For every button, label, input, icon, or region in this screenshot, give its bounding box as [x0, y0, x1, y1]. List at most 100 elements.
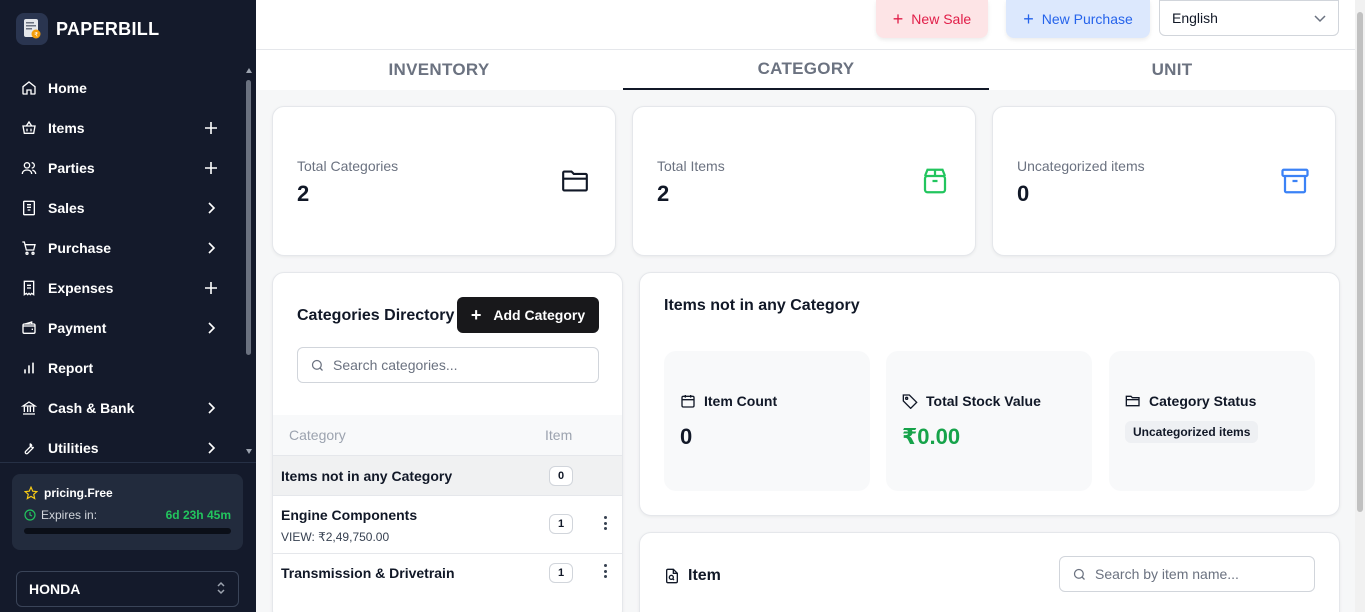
category-status-label: Category Status [1149, 393, 1257, 409]
new-sale-button[interactable]: + New Sale [876, 0, 988, 38]
sidebar-item-parties[interactable]: Parties [0, 148, 248, 188]
category-search-input[interactable]: Search categories... [297, 347, 599, 383]
tab-category[interactable]: CATEGORY [623, 50, 989, 90]
item-search-placeholder: Search by item name... [1095, 566, 1239, 582]
plus-icon[interactable] [204, 161, 218, 175]
calendar-icon [680, 393, 696, 409]
tab-unit[interactable]: UNIT [989, 50, 1355, 90]
sidebar-divider [0, 462, 256, 463]
directory-title: Categories Directory [297, 307, 455, 324]
plus-icon[interactable] [204, 281, 218, 295]
sidebar-item-label: Cash & Bank [48, 400, 135, 416]
new-purchase-button[interactable]: + New Purchase [1006, 0, 1150, 38]
pricing-card[interactable]: pricing.Free Expires in: 6d 23h 45m [12, 474, 243, 550]
tag-icon [902, 393, 918, 409]
wrench-icon [20, 439, 38, 457]
stat-value: 0 [1017, 181, 1030, 206]
chevrons-up-down-icon [216, 581, 226, 598]
invoice-icon [20, 199, 38, 217]
sidebar-scroll-up-arrow[interactable] [246, 68, 252, 73]
plus-icon: + [1023, 9, 1034, 29]
stat-label: Total Categories [297, 158, 399, 174]
search-icon [310, 358, 325, 373]
category-item-count: 1 [549, 514, 573, 534]
plus-icon[interactable] [204, 121, 218, 135]
status-badge: Uncategorized items [1125, 421, 1259, 443]
sidebar-item-sales[interactable]: Sales [0, 188, 248, 228]
column-header-category: Category [289, 427, 346, 443]
bank-icon [20, 399, 38, 417]
stat-label: Uncategorized items [1017, 158, 1145, 174]
svg-text:₹: ₹ [34, 31, 38, 38]
tab-bar: INVENTORY CATEGORY UNIT [256, 50, 1355, 90]
sidebar-item-label: Sales [48, 200, 85, 216]
tab-inventory[interactable]: INVENTORY [272, 50, 606, 90]
chevron-right-icon [204, 321, 218, 335]
sidebar-item-report[interactable]: Report [0, 348, 248, 388]
item-count-card: Item Count 0 [664, 351, 870, 491]
sidebar-item-label: Purchase [48, 240, 112, 256]
category-item-count: 0 [549, 466, 573, 486]
directory-table-header: Category Item [273, 415, 622, 455]
plus-icon: + [892, 9, 904, 29]
category-row-uncategorized[interactable]: Items not in any Category 0 [273, 455, 622, 495]
expiry-progress-bar [24, 528, 231, 534]
stock-value-amount: ₹0.00 [902, 424, 961, 449]
sidebar-item-label: Utilities [48, 440, 99, 456]
chevron-down-icon [1314, 10, 1326, 26]
item-list-panel: Item Search by item name... [639, 532, 1340, 612]
item-search-input[interactable]: Search by item name... [1059, 556, 1315, 592]
category-row-transmission[interactable]: Transmission & Drivetrain 1 [273, 553, 622, 612]
add-category-label: Add Category [493, 307, 586, 323]
add-category-button[interactable]: + Add Category [457, 297, 599, 333]
categories-directory-panel: Categories Directory + Add Category Sear… [272, 272, 623, 612]
sidebar-item-label: Items [48, 120, 85, 136]
archive-icon [1279, 165, 1311, 197]
column-header-item: Item [545, 427, 573, 443]
sidebar-item-label: Payment [48, 320, 107, 336]
sidebar: ₹ PAPERBILL Home Items Parties Sales Pur… [0, 0, 256, 612]
sidebar-scroll-down-arrow[interactable] [246, 449, 252, 454]
category-row-engine-components[interactable]: Engine Components VIEW: ₹2,49,750.00 1 [273, 495, 622, 553]
clock-icon [24, 509, 36, 521]
stock-value-card: Total Stock Value ₹0.00 [886, 351, 1092, 491]
item-count-label: Item Count [704, 393, 778, 409]
sidebar-item-items[interactable]: Items [0, 108, 248, 148]
folder-open-icon [1125, 393, 1141, 409]
folder-icon [559, 165, 591, 197]
brand[interactable]: ₹ PAPERBILL [16, 13, 159, 45]
company-selector[interactable]: HONDA [16, 571, 239, 607]
cart-icon [20, 239, 38, 257]
top-bar: + New Sale + New Purchase English [256, 0, 1355, 50]
page-scrollbar[interactable] [1357, 12, 1363, 512]
more-vertical-icon[interactable] [600, 562, 610, 580]
stat-value: 2 [657, 181, 670, 206]
stat-card-total-items: Total Items 2 [632, 106, 976, 256]
sidebar-scrollbar[interactable] [246, 80, 251, 355]
basket-icon [20, 119, 38, 137]
sidebar-item-expenses[interactable]: Expenses [0, 268, 248, 308]
star-icon [24, 486, 38, 500]
sidebar-item-purchase[interactable]: Purchase [0, 228, 248, 268]
more-vertical-icon[interactable] [600, 514, 610, 532]
brand-name: PAPERBILL [56, 18, 160, 39]
package-icon [919, 165, 951, 197]
stat-label: Total Items [657, 158, 725, 174]
sidebar-item-payment[interactable]: Payment [0, 308, 248, 348]
sidebar-item-home[interactable]: Home [0, 68, 248, 108]
stat-value: 2 [297, 181, 310, 206]
language-value: English [1172, 10, 1218, 26]
bar-chart-icon [20, 359, 38, 377]
category-name: Transmission & Drivetrain [281, 565, 455, 581]
expires-label: Expires in: [41, 508, 98, 522]
category-status-card: Category Status Uncategorized items [1109, 351, 1315, 491]
home-icon [20, 79, 38, 97]
category-value: VIEW: ₹2,49,750.00 [281, 530, 390, 544]
wallet-icon [20, 319, 38, 337]
sidebar-item-label: Parties [48, 160, 95, 176]
language-select[interactable]: English [1159, 0, 1339, 36]
sidebar-item-label: Home [48, 80, 87, 96]
new-purchase-label: New Purchase [1041, 11, 1133, 27]
receipt-icon [20, 279, 38, 297]
sidebar-item-cash-bank[interactable]: Cash & Bank [0, 388, 248, 428]
